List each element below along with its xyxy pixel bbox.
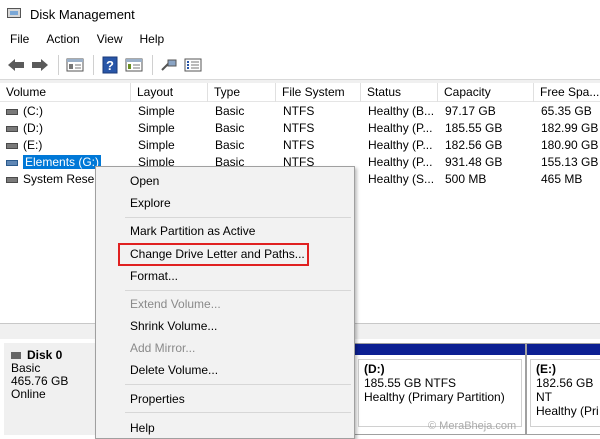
partition-status: Healthy (Pri xyxy=(536,404,599,418)
svg-text:?: ? xyxy=(106,58,114,73)
drive-icon xyxy=(6,142,18,149)
capacity-cell: 185.55 GB xyxy=(445,121,503,135)
table-row[interactable]: (D:) Simple Basic NTFS Healthy (P... 185… xyxy=(0,120,600,137)
capacity-cell: 931.48 GB xyxy=(445,155,503,169)
free-space-cell: 182.99 GB xyxy=(541,121,599,135)
partition-size: 182.56 GB NT xyxy=(536,376,594,404)
drive-icon xyxy=(6,125,18,132)
column-header-volume[interactable]: Volume xyxy=(0,83,131,102)
layout-cell: Simple xyxy=(138,138,175,152)
file-system-cell: NTFS xyxy=(283,121,315,135)
menu-item-extend-volume: Extend Volume... xyxy=(130,297,221,311)
column-header-capacity[interactable]: Capacity xyxy=(438,83,534,102)
table-row[interactable]: (C:) Simple Basic NTFS Healthy (B... 97.… xyxy=(0,103,600,120)
disk-icon xyxy=(11,352,21,359)
free-space-cell: 155.13 GB xyxy=(541,155,599,169)
menu-item-add-mirror: Add Mirror... xyxy=(130,341,196,355)
status-cell: Healthy (P... xyxy=(368,121,433,135)
volume-name: (E:) xyxy=(23,138,43,152)
window-title: Disk Management xyxy=(30,6,135,22)
partition-size: 185.55 GB NTFS xyxy=(364,376,457,390)
file-system-cell: NTFS xyxy=(283,138,315,152)
drive-icon xyxy=(6,159,18,166)
menu-item-open[interactable]: Open xyxy=(96,170,354,192)
type-cell: Basic xyxy=(215,104,245,118)
layout-cell: Simple xyxy=(138,104,175,118)
volume-name: (D:) xyxy=(23,121,43,135)
connect-icon[interactable] xyxy=(158,54,180,76)
console-tree-icon[interactable] xyxy=(123,54,145,76)
menu-separator xyxy=(125,412,351,413)
partition-e[interactable]: (E:) 182.56 GB NT Healthy (Pri xyxy=(526,343,600,435)
free-space-cell: 180.90 GB xyxy=(541,138,599,152)
drive-icon xyxy=(6,108,18,115)
toolbar-separator xyxy=(58,54,59,75)
partition-status: Healthy (Primary Partition) xyxy=(364,390,505,404)
menu-item-explore[interactable]: Explore xyxy=(96,192,354,214)
back-arrow-icon[interactable] xyxy=(5,54,27,76)
list-icon[interactable] xyxy=(182,54,204,76)
disk-management-app-icon xyxy=(7,6,23,22)
toolbar: ? xyxy=(0,50,600,80)
status-cell: Healthy (B... xyxy=(368,104,435,118)
column-header-layout[interactable]: Layout xyxy=(131,83,208,102)
toolbar-separator xyxy=(152,54,153,75)
column-header-type[interactable]: Type xyxy=(208,83,276,102)
menu-item-help[interactable]: Help xyxy=(96,417,354,439)
partition-header-bar xyxy=(527,344,600,355)
free-space-cell: 465 MB xyxy=(541,172,583,186)
context-menu: Open Explore Mark Partition as Active Ch… xyxy=(95,166,355,439)
annotation-highlight-box xyxy=(118,243,309,266)
menu-bar: File Action View Help xyxy=(0,28,600,50)
volume-name: Elements (G:) xyxy=(23,155,102,169)
volume-list-header: Volume Layout Type File System Status Ca… xyxy=(0,83,600,102)
menu-item-mark-partition-active[interactable]: Mark Partition as Active xyxy=(96,220,354,242)
partition-details: (D:) 185.55 GB NTFS Healthy (Primary Par… xyxy=(358,359,522,427)
capacity-cell: 500 MB xyxy=(445,172,487,186)
forward-arrow-icon[interactable] xyxy=(29,54,51,76)
volume-name: (C:) xyxy=(23,104,43,118)
capacity-cell: 97.17 GB xyxy=(445,104,496,118)
menu-separator xyxy=(125,290,351,291)
properties-panel-icon[interactable] xyxy=(64,54,86,76)
disk-info-panel[interactable]: Disk 0 Basic 465.76 GB Online xyxy=(4,343,96,435)
volume-cell: (E:) xyxy=(0,137,131,154)
layout-cell: Simple xyxy=(138,121,175,135)
menu-item-format[interactable]: Format... xyxy=(96,265,354,287)
partition-name: (E:) xyxy=(536,362,556,376)
menu-separator xyxy=(125,384,351,385)
capacity-cell: 182.56 GB xyxy=(445,138,503,152)
watermark: © MeraBheja.com xyxy=(428,420,517,432)
disk-status: Online xyxy=(11,387,46,401)
column-header-status[interactable]: Status xyxy=(361,83,438,102)
title-bar: Disk Management xyxy=(0,0,600,28)
drive-icon xyxy=(6,176,18,183)
partition-details: (E:) 182.56 GB NT Healthy (Pri xyxy=(530,359,600,427)
status-cell: Healthy (S... xyxy=(368,172,435,186)
menu-help[interactable]: Help xyxy=(130,32,172,46)
free-space-cell: 65.35 GB xyxy=(541,104,592,118)
menu-action[interactable]: Action xyxy=(36,32,86,46)
help-icon[interactable]: ? xyxy=(99,54,121,76)
status-cell: Healthy (P... xyxy=(368,155,433,169)
menu-item-properties[interactable]: Properties xyxy=(96,388,354,410)
menu-separator xyxy=(125,217,351,218)
menu-file[interactable]: File xyxy=(0,32,36,46)
status-cell: Healthy (P... xyxy=(368,138,433,152)
volume-cell: (C:) xyxy=(0,103,131,120)
type-cell: Basic xyxy=(215,138,245,152)
menu-view[interactable]: View xyxy=(87,32,130,46)
file-system-cell: NTFS xyxy=(283,104,315,118)
menu-item-delete-volume[interactable]: Delete Volume... xyxy=(96,359,354,381)
toolbar-separator xyxy=(93,54,94,75)
partition-header-bar xyxy=(355,344,525,355)
column-header-free-space[interactable]: Free Spa... xyxy=(534,83,600,102)
column-header-file-system[interactable]: File System xyxy=(276,83,361,102)
volume-cell: (D:) xyxy=(0,120,131,137)
type-cell: Basic xyxy=(215,121,245,135)
table-row[interactable]: (E:) Simple Basic NTFS Healthy (P... 182… xyxy=(0,137,600,154)
menu-item-shrink-volume[interactable]: Shrink Volume... xyxy=(96,315,354,337)
volume-name: System Reserv xyxy=(23,172,105,186)
partition-name: (D:) xyxy=(364,362,385,376)
